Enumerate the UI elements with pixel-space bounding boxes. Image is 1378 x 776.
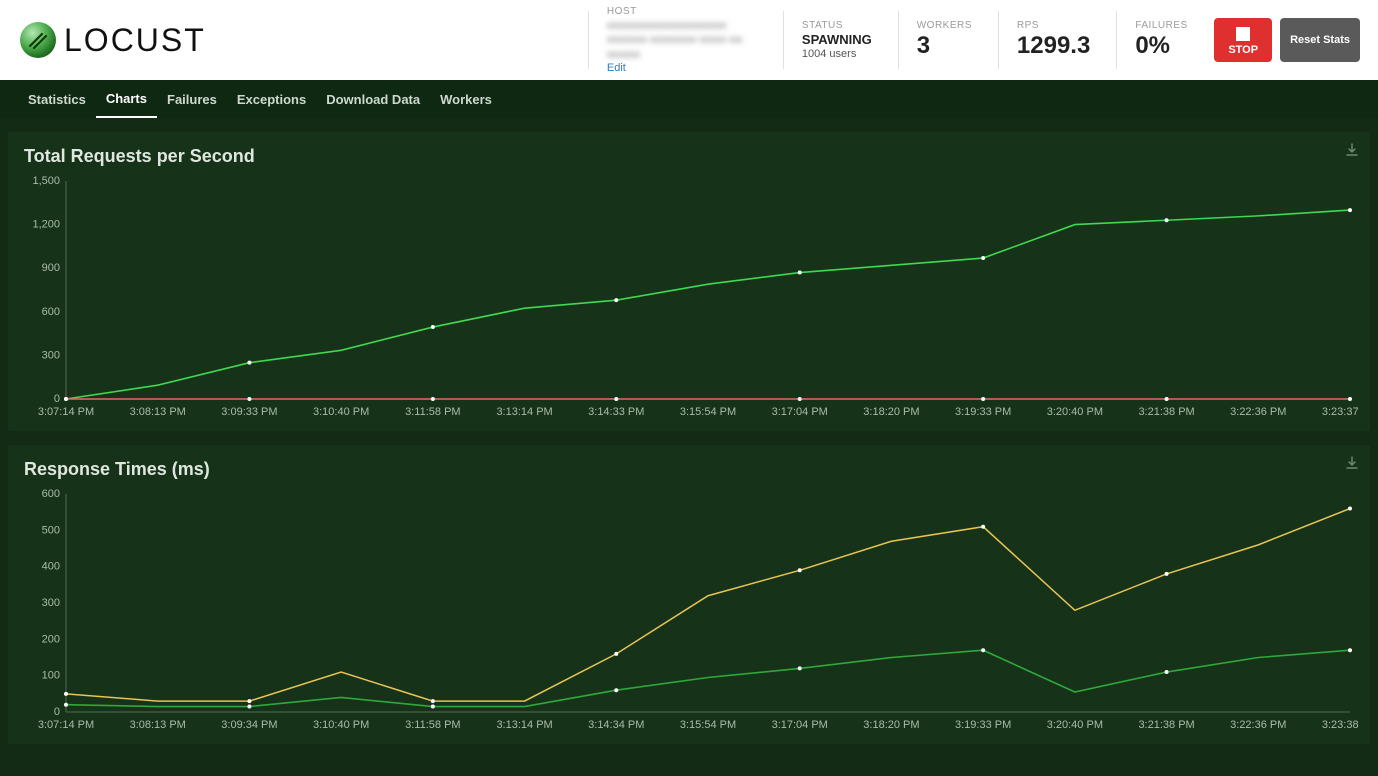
- svg-text:400: 400: [42, 561, 60, 573]
- svg-text:3:14:33 PM: 3:14:33 PM: [588, 406, 644, 418]
- svg-text:3:11:58 PM: 3:11:58 PM: [405, 406, 460, 418]
- host-value: ■■■■■■■■■■■■■■■■■■ ■■■■■■ ■■■■■■■ ■■■■ ■…: [607, 19, 757, 62]
- svg-text:3:17:04 PM: 3:17:04 PM: [772, 406, 828, 418]
- charts-area: Total Requests per Second 0 300 600 900 1,20…: [0, 118, 1378, 758]
- chart-title-rps: Total Requests per Second: [24, 146, 1360, 167]
- chart-plot-rps: 0 300 600 900 1,200 1,500 3:07:14 PM 3:08:13 PM…: [18, 175, 1360, 425]
- svg-text:3:20:40 PM: 3:20:40 PM: [1047, 719, 1103, 731]
- svg-text:100: 100: [42, 670, 60, 682]
- svg-text:1,200: 1,200: [32, 219, 60, 231]
- tab-statistics[interactable]: Statistics: [18, 82, 96, 117]
- top-bar: LOCUST HOST ■■■■■■■■■■■■■■■■■■ ■■■■■■ ■■…: [0, 0, 1378, 80]
- tab-workers[interactable]: Workers: [430, 82, 502, 117]
- rps-block: RPS 1299.3: [998, 11, 1108, 69]
- locust-logo-icon: [18, 20, 58, 60]
- svg-text:3:19:33 PM: 3:19:33 PM: [955, 406, 1011, 418]
- svg-text:3:18:20 PM: 3:18:20 PM: [863, 406, 919, 418]
- chart-panel-response: Response Times (ms) 0 100 200 300 400 500 600 3…: [8, 445, 1370, 744]
- svg-text:3:10:40 PM: 3:10:40 PM: [313, 719, 369, 731]
- svg-text:3:23:37 PM: 3:23:37 PM: [1322, 406, 1360, 418]
- tab-download[interactable]: Download Data: [316, 82, 430, 117]
- status-value: SPAWNING: [802, 33, 872, 47]
- svg-text:3:08:13 PM: 3:08:13 PM: [130, 719, 186, 731]
- svg-text:0: 0: [54, 706, 60, 718]
- svg-text:3:08:13 PM: 3:08:13 PM: [130, 406, 186, 418]
- svg-text:300: 300: [42, 349, 60, 361]
- svg-text:3:13:14 PM: 3:13:14 PM: [496, 719, 552, 731]
- rps-label: RPS: [1017, 20, 1090, 31]
- workers-block: WORKERS 3: [898, 11, 990, 69]
- svg-text:3:07:14 PM: 3:07:14 PM: [38, 406, 94, 418]
- status-label: STATUS: [802, 20, 872, 31]
- svg-text:3:19:33 PM: 3:19:33 PM: [955, 719, 1011, 731]
- logo: LOCUST: [18, 20, 206, 60]
- chart-panel-rps: Total Requests per Second 0 300 600 900 1,20…: [8, 132, 1370, 431]
- svg-text:3:10:40 PM: 3:10:40 PM: [313, 406, 369, 418]
- svg-text:3:14:34 PM: 3:14:34 PM: [588, 719, 644, 731]
- svg-text:3:17:04 PM: 3:17:04 PM: [772, 719, 828, 731]
- workers-label: WORKERS: [917, 20, 972, 31]
- logo-text: LOCUST: [64, 22, 206, 59]
- svg-text:3:09:33 PM: 3:09:33 PM: [221, 406, 277, 418]
- tab-bar: Statistics Charts Failures Exceptions Do…: [0, 80, 1378, 118]
- svg-text:3:09:34 PM: 3:09:34 PM: [221, 719, 277, 731]
- stop-button[interactable]: STOP: [1214, 18, 1272, 62]
- download-icon[interactable]: [1344, 455, 1360, 476]
- rps-value: 1299.3: [1017, 33, 1090, 59]
- failures-label: FAILURES: [1135, 20, 1188, 31]
- svg-text:3:18:20 PM: 3:18:20 PM: [863, 719, 919, 731]
- svg-text:300: 300: [42, 597, 60, 609]
- svg-text:3:20:40 PM: 3:20:40 PM: [1047, 406, 1103, 418]
- host-block: HOST ■■■■■■■■■■■■■■■■■■ ■■■■■■ ■■■■■■■ ■…: [588, 11, 775, 69]
- svg-text:3:15:54 PM: 3:15:54 PM: [680, 406, 736, 418]
- svg-text:3:21:38 PM: 3:21:38 PM: [1138, 719, 1194, 731]
- edit-host-link[interactable]: Edit: [607, 62, 757, 74]
- failures-value: 0%: [1135, 33, 1188, 59]
- status-block: STATUS SPAWNING 1004 users: [783, 11, 890, 69]
- chart-title-response: Response Times (ms): [24, 459, 1360, 480]
- tab-charts[interactable]: Charts: [96, 81, 157, 118]
- svg-text:3:23:38 PM: 3:23:38 PM: [1322, 719, 1360, 731]
- chart-plot-response: 0 100 200 300 400 500 600 3:07:14 PM 3:08:13 PM 3…: [18, 488, 1360, 738]
- svg-text:3:22:36 PM: 3:22:36 PM: [1230, 719, 1286, 731]
- svg-text:3:15:54 PM: 3:15:54 PM: [680, 719, 736, 731]
- reset-stats-button[interactable]: Reset Stats: [1280, 18, 1360, 62]
- stop-button-label: STOP: [1228, 44, 1258, 56]
- tab-exceptions[interactable]: Exceptions: [227, 82, 316, 117]
- svg-text:900: 900: [42, 262, 60, 274]
- svg-text:500: 500: [42, 524, 60, 536]
- svg-text:3:21:38 PM: 3:21:38 PM: [1138, 406, 1194, 418]
- failures-block: FAILURES 0%: [1116, 11, 1206, 69]
- svg-text:200: 200: [42, 633, 60, 645]
- svg-text:3:22:36 PM: 3:22:36 PM: [1230, 406, 1286, 418]
- svg-text:3:13:14 PM: 3:13:14 PM: [496, 406, 552, 418]
- status-sub: 1004 users: [802, 48, 872, 60]
- stop-icon: [1236, 27, 1250, 41]
- svg-text:3:11:58 PM: 3:11:58 PM: [405, 719, 460, 731]
- svg-text:1,500: 1,500: [32, 175, 60, 187]
- download-icon[interactable]: [1344, 142, 1360, 163]
- svg-text:0: 0: [54, 393, 60, 405]
- workers-value: 3: [917, 33, 972, 59]
- svg-text:3:07:14 PM: 3:07:14 PM: [38, 719, 94, 731]
- host-label: HOST: [607, 6, 757, 17]
- svg-text:600: 600: [42, 488, 60, 500]
- tab-failures[interactable]: Failures: [157, 82, 227, 117]
- svg-text:600: 600: [42, 306, 60, 318]
